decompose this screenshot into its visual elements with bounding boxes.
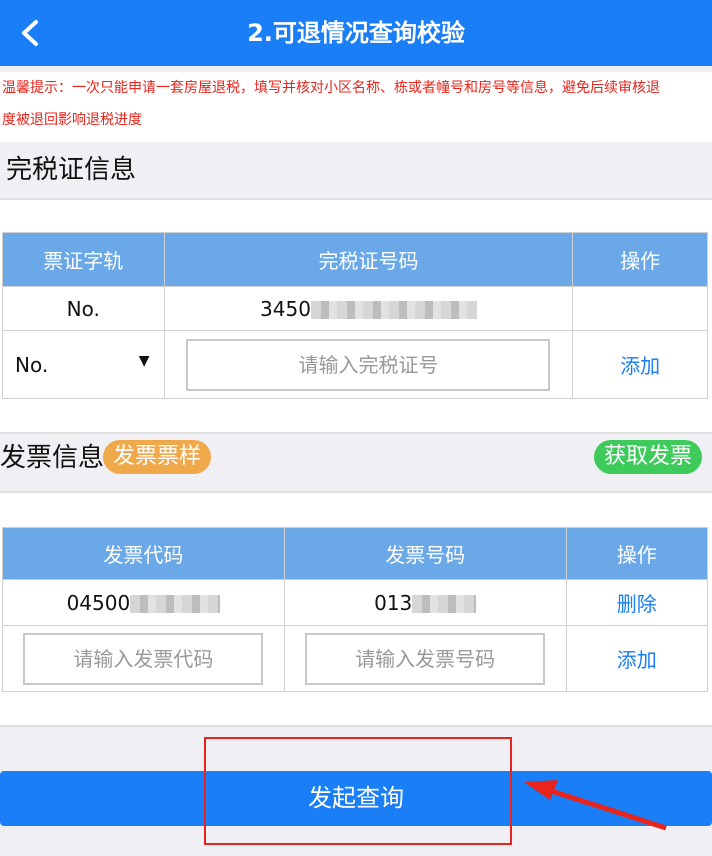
column-header-track: 票证字轨 xyxy=(2,232,165,287)
fetch-invoice-button[interactable]: 获取发票 xyxy=(594,440,703,474)
column-header-action: 操作 xyxy=(572,232,708,287)
table-row: 04500 013 删除 xyxy=(2,579,709,626)
tax-cert-table: 票证字轨 完税证号码 操作 No. 3450 No. ▼ 添加 xyxy=(2,232,708,399)
top-bar: 2.可退情况查询校验 xyxy=(0,0,712,66)
column-header-invoice-number: 发票号码 xyxy=(283,527,567,580)
cert-input-cell xyxy=(163,330,574,399)
invoice-number-prefix: 013 xyxy=(374,590,413,615)
tax-cert-section-title: 完税证信息 xyxy=(6,155,137,185)
table-row: No. 3450 xyxy=(2,286,708,331)
invoice-number-input-cell xyxy=(283,625,567,692)
redacted-value xyxy=(130,595,221,613)
delete-invoice-button[interactable]: 删除 xyxy=(617,592,657,616)
new-invoice-row: 添加 xyxy=(2,625,709,692)
column-header-action: 操作 xyxy=(565,527,709,580)
cert-number-input[interactable] xyxy=(186,338,551,391)
notice-line-1: 温馨提示：一次只能申请一套房屋退税，填写并核对小区名称、栋或者幢号和房号等信息，… xyxy=(2,80,660,96)
invoice-table: 发票代码 发票号码 操作 04500 013 删除 添加 xyxy=(2,527,709,692)
cert-add-cell: 添加 xyxy=(572,330,708,399)
invoice-delete-cell: 删除 xyxy=(565,579,709,626)
invoice-code-cell: 04500 xyxy=(2,579,285,626)
invoice-number-input[interactable] xyxy=(305,632,546,685)
invoice-code-input-cell xyxy=(2,625,285,692)
triangle-down-icon: ▼ xyxy=(138,353,150,369)
add-invoice-button[interactable]: 添加 xyxy=(617,648,657,672)
new-cert-row: No. ▼ 添加 xyxy=(2,330,708,399)
redacted-value xyxy=(310,301,477,319)
cert-number-cell: 3450 xyxy=(163,286,574,331)
invoice-code-input[interactable] xyxy=(23,632,264,685)
invoice-card: 发票代码 发票号码 操作 04500 013 删除 添加 xyxy=(0,491,712,727)
redacted-value xyxy=(412,595,477,613)
tax-cert-card: 票证字轨 完税证号码 操作 No. 3450 No. ▼ 添加 xyxy=(0,198,712,434)
invoice-section-title: 发票信息 xyxy=(0,443,105,473)
add-cert-button[interactable]: 添加 xyxy=(620,354,660,378)
highlight-box xyxy=(204,737,512,845)
column-header-cert-number: 完税证号码 xyxy=(163,232,574,287)
empty-action-cell xyxy=(572,286,708,331)
page-title: 2.可退情况查询校验 xyxy=(247,19,465,47)
invoice-number-cell: 013 xyxy=(283,579,567,626)
cert-track-cell: No. xyxy=(2,286,165,331)
column-header-invoice-code: 发票代码 xyxy=(2,527,285,580)
track-select-value: No. xyxy=(15,352,49,377)
warning-notice: 温馨提示：一次只能申请一套房屋退税，填写并核对小区名称、栋或者幢号和房号等信息，… xyxy=(0,72,712,142)
notice-line-2: 度被退回影响退税进度 xyxy=(2,112,142,128)
arrow-annotation-icon xyxy=(524,780,667,831)
track-select[interactable]: No. ▼ xyxy=(2,330,165,399)
invoice-add-cell: 添加 xyxy=(565,625,709,692)
invoice-sample-button[interactable]: 发票票样 xyxy=(103,440,212,474)
cert-number-prefix: 3450 xyxy=(260,296,311,321)
invoice-code-prefix: 04500 xyxy=(66,590,131,615)
